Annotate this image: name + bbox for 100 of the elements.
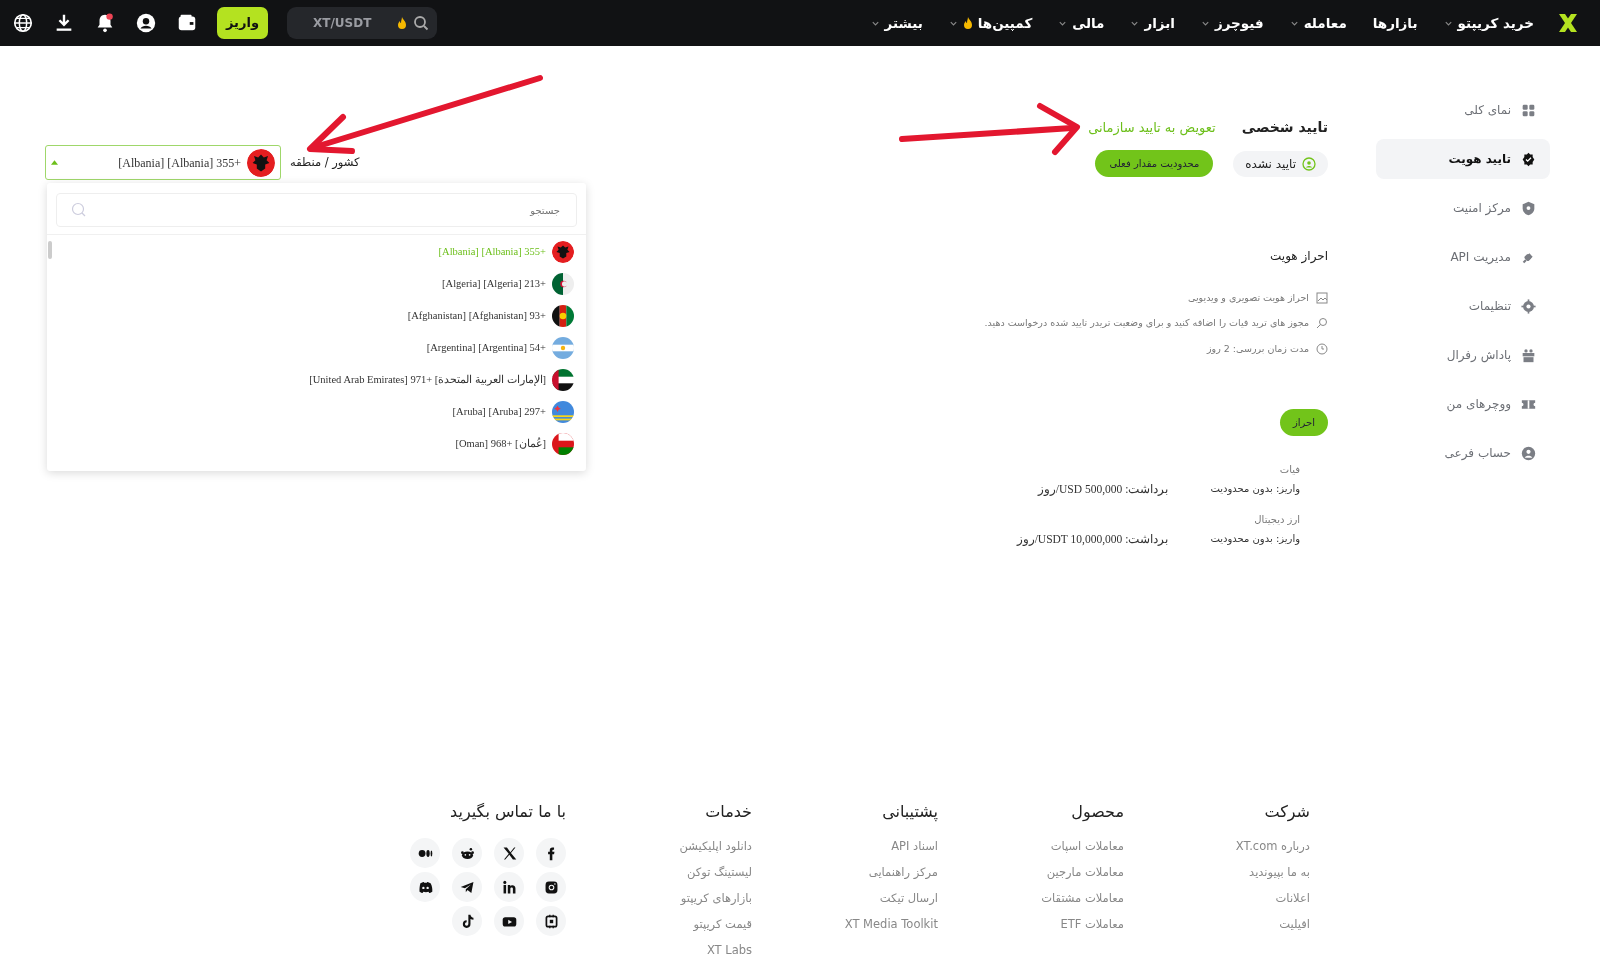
social-link[interactable]: [494, 872, 524, 902]
footer-heading: خدمات: [704, 801, 752, 823]
account-icon: [135, 12, 157, 34]
social-link[interactable]: [536, 906, 566, 936]
social-link[interactable]: [452, 906, 482, 936]
footer-link[interactable]: بازارهای کریپتو: [566, 890, 752, 916]
footer-link[interactable]: افیلیت: [1124, 916, 1310, 942]
nav-menu-item[interactable]: کمپین‌ها: [948, 12, 1033, 34]
nav-menu-item[interactable]: بازارها: [1372, 12, 1418, 34]
limit-title: فیات: [1278, 462, 1300, 477]
sidebar-item[interactable]: نمای کلی: [1376, 90, 1550, 130]
sidebar-item[interactable]: مرکز امنیت: [1376, 188, 1550, 228]
limit-text: واریز: بدون محدودیت: [1210, 532, 1300, 547]
field-label: کشور / منطقه: [290, 153, 360, 171]
account-button[interactable]: [135, 12, 157, 34]
search-icon: [1316, 317, 1328, 330]
footer-link[interactable]: دانلود اپلیکیشن: [566, 838, 752, 864]
footer-link[interactable]: اعلانات: [1124, 890, 1310, 916]
social-link[interactable]: [410, 872, 440, 902]
limit-text: برداشت: USDT 10,000,000/روز: [1016, 532, 1169, 548]
footer-heading: با ما تماس بگیرید: [449, 801, 566, 823]
image-icon: [1316, 292, 1328, 305]
sidebar-item[interactable]: تنظیمات: [1376, 286, 1550, 326]
caret-icon: [51, 160, 58, 165]
feature-text: مدت زمان بررسی: 2 روز: [1206, 341, 1309, 356]
footer-heading: شرکت: [1263, 801, 1310, 824]
status-text: تایید نشده: [1245, 155, 1296, 173]
sidebar-item[interactable]: تایید هویت: [1376, 139, 1550, 179]
flag-icon: [552, 369, 574, 391]
footer-link[interactable]: معاملات اسپات: [938, 838, 1124, 864]
footer-link[interactable]: لیستینگ توکن: [566, 864, 752, 890]
nav-menu-item[interactable]: مالی: [1058, 12, 1105, 34]
limit-text: برداشت: USD 500,000/روز: [1037, 481, 1169, 498]
sidebar-item[interactable]: ووچرهای من: [1376, 384, 1550, 424]
social-link[interactable]: [494, 838, 524, 868]
social-link[interactable]: [452, 872, 482, 902]
footer-link[interactable]: ارسال تیکت: [752, 890, 938, 916]
shield-icon: [1521, 200, 1536, 216]
nav-menu-item[interactable]: خرید کریپتو: [1443, 12, 1534, 34]
search-icon: [413, 15, 429, 31]
footer-link[interactable]: اسناد API: [752, 838, 938, 864]
footer-link[interactable]: قیمت کریپتو: [566, 916, 752, 942]
footer-link[interactable]: درباره XT.com: [1124, 838, 1310, 864]
footer-link[interactable]: XT Labs: [566, 942, 752, 966]
flag-icon: [552, 241, 574, 263]
social-link[interactable]: [536, 872, 566, 902]
country-option[interactable]: [Aruba] [Aruba] 297+: [56, 396, 577, 428]
gift-icon: [1521, 347, 1536, 363]
country-option[interactable]: [Afghanistan] [Afghanistan] 93+: [56, 300, 577, 332]
search-input[interactable]: XT/USDT: [311, 13, 391, 33]
nav-menu-item[interactable]: معامله: [1289, 12, 1347, 34]
flag-icon: [552, 305, 574, 327]
user-icon: [1521, 445, 1536, 461]
badge-icon: [1521, 151, 1536, 167]
country-option[interactable]: [Argentina] [Argentina] 54+: [56, 332, 577, 364]
footer-link[interactable]: معاملات مشتقات: [938, 890, 1124, 916]
country-option[interactable]: [Algeria] [Algeria] 213+: [56, 268, 577, 300]
flag-icon: [552, 433, 574, 455]
social-link[interactable]: [452, 838, 482, 868]
country-option[interactable]: [United Arab Emirates] 971+ [الإمارات العربية المتحدة]: [56, 364, 577, 396]
section-title: تایید شخصی: [1241, 118, 1328, 137]
feature-text: احراز هویت تصویری و ویدیویی: [1188, 291, 1309, 305]
verify-button[interactable]: احراز: [1279, 408, 1328, 436]
flame-icon: [397, 17, 407, 29]
footer-heading: پشتیبانی: [881, 801, 938, 824]
footer-link[interactable]: معاملات ETF: [938, 916, 1124, 942]
flag-icon: [247, 148, 275, 177]
search-field[interactable]: جستجو: [56, 193, 577, 227]
limit-text: واریز: بدون محدودیت: [1210, 481, 1300, 497]
user-icon: [1302, 156, 1316, 171]
footer-link[interactable]: XT Media Toolkit: [752, 916, 938, 942]
sidebar-item[interactable]: مدیریت API: [1376, 237, 1550, 277]
social-link[interactable]: [494, 906, 524, 936]
feature-text: مجوز های ترید فیات را اضافه کنید و برای وضعیت تریدر تایید شده درخواست دهید.: [984, 316, 1309, 331]
limit-title: ارز دیجیتال: [1253, 513, 1300, 527]
search-icon: [71, 202, 87, 218]
social-link[interactable]: [410, 838, 440, 868]
language-icon: [12, 12, 34, 34]
search-field[interactable]: XT/USDT: [287, 7, 437, 39]
deposit-button[interactable]: واریز: [217, 7, 268, 39]
clock-icon: [1316, 342, 1328, 355]
footer-heading: محصول: [1070, 801, 1124, 823]
social-link[interactable]: [536, 838, 566, 868]
nav-menu-item[interactable]: بیشتر: [870, 12, 923, 34]
language-button[interactable]: [12, 12, 34, 34]
flag-icon: [552, 337, 574, 359]
sidebar-item[interactable]: حساب فرعی: [1376, 433, 1550, 473]
nav-menu-item[interactable]: فیوچرز: [1200, 12, 1264, 34]
nav-menu-item[interactable]: ابزار: [1130, 12, 1175, 34]
footer-link[interactable]: مرکز راهنمایی: [752, 864, 938, 890]
limit-button[interactable]: محدودیت مقدار فعلی: [1095, 150, 1214, 177]
footer-link[interactable]: معاملات مارجین: [938, 864, 1124, 890]
sidebar-item[interactable]: پاداش رفرال: [1376, 335, 1550, 375]
country-option[interactable]: [Oman] 968+ [عُمان]: [56, 428, 577, 460]
grid-icon: [1521, 102, 1536, 118]
linkedin-icon: [500, 878, 518, 896]
flag-icon: [552, 273, 574, 295]
footer-link[interactable]: به ما بپیوندید: [1124, 864, 1310, 890]
country-select[interactable]: [Albania] [Albania] 355+: [45, 145, 281, 180]
flame-icon: [962, 17, 973, 29]
